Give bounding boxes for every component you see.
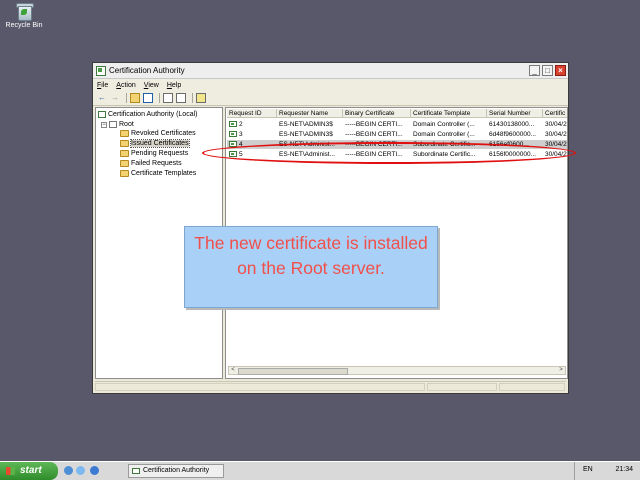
toolbar-separator [126,93,127,103]
folder-icon [120,160,129,167]
taskbar: start Certification Authority EN 21:34 [0,461,640,480]
start-button[interactable]: start [0,462,58,480]
certificate-icon [229,131,237,138]
tree-item-label: Failed Requests [131,160,182,167]
highlight-ellipse [202,142,576,164]
cell-binary-certificate: -----BEGIN CERTI... [345,121,403,128]
status-cell [427,383,497,391]
maximize-button[interactable]: □ [542,65,553,76]
status-cell [95,383,425,391]
tree-item-certificate-templates[interactable]: Certificate Templates [120,169,196,178]
tree-item-label: Issued Certificates [130,139,190,148]
horizontal-scrollbar[interactable]: < > [228,366,566,375]
toolbar: ← → [93,91,568,106]
menu-file[interactable]: File [97,82,108,89]
forward-arrow-icon[interactable]: → [110,93,120,103]
language-indicator[interactable]: EN [583,466,593,473]
minimize-button[interactable]: _ [529,65,540,76]
tree-item-label: Certificate Templates [131,170,197,177]
taskbar-button-certification-authority[interactable]: Certification Authority [128,464,224,478]
title-bar[interactable]: Certification Authority _ □ × [93,63,568,79]
scroll-right-icon[interactable]: > [557,367,565,374]
tree-item-label: Revoked Certificates [131,130,196,137]
certificate-authority-icon [96,65,106,76]
clock[interactable]: 21:34 [615,466,633,473]
cell-request-id: 2 [239,121,243,128]
up-folder-icon[interactable] [130,93,140,103]
status-cell [499,383,565,391]
recycle-bin-icon [15,2,34,21]
tree-item-pending-requests[interactable]: Pending Requests [120,149,188,158]
cell-certificate-template: Domain Controller (... [413,121,475,128]
folder-icon [120,150,129,157]
tree-ca-label: Root [119,121,134,128]
cell-requester-name: ES-NET\ADMIN3$ [279,121,333,128]
column-header-binary-certificate[interactable]: Binary Certificate [343,109,411,118]
tutorial-callout: The new certificate is installed on the … [184,226,438,308]
cell-binary-certificate: -----BEGIN CERTI... [345,131,403,138]
recycle-bin-label: Recycle Bin [5,22,43,29]
menu-view[interactable]: View [144,82,159,89]
taskbar-button-label: Certification Authority [143,467,210,474]
column-header-serial-number[interactable]: Serial Number [487,109,543,118]
scrollbar-thumb[interactable] [238,368,348,375]
toolbar-separator [159,93,160,103]
cell-effective-date: 30/04/2 [545,121,567,128]
tree-item-failed-requests[interactable]: Failed Requests [120,159,182,168]
column-header-certificate-template[interactable]: Certificate Template [411,109,487,118]
column-header-requester-name[interactable]: Requester Name [277,109,343,118]
recycle-bin-desktop-icon[interactable]: Recycle Bin [4,2,44,29]
ca-server-icon [109,121,117,128]
help-icon[interactable] [196,93,206,103]
cell-serial-number: 61430138000... [489,121,535,128]
tree-item-label: Pending Requests [131,150,189,157]
system-tray: EN 21:34 [574,462,640,480]
refresh-icon[interactable] [163,93,173,103]
close-button[interactable]: × [555,65,566,76]
cell-certificate-template: Domain Controller (... [413,131,475,138]
browser-icon[interactable] [76,466,85,475]
tree-root[interactable]: Certification Authority (Local) [98,110,197,119]
cell-requester-name: ES-NET\ADMIN3$ [279,131,333,138]
show-tree-icon[interactable] [143,93,153,103]
tree-item-revoked-certificates[interactable]: Revoked Certificates [120,129,196,138]
certificate-authority-icon [132,468,140,474]
cell-effective-date: 30/04/2 [545,131,567,138]
start-label: start [20,465,42,476]
show-desktop-icon[interactable] [64,466,73,475]
column-header-certificate-effective-date[interactable]: Certific [543,109,567,118]
internet-explorer-icon[interactable] [90,466,99,475]
column-header-request-id[interactable]: Request ID [227,109,277,118]
certificate-authority-icon [98,111,106,118]
scroll-left-icon[interactable]: < [229,367,237,374]
table-row[interactable]: 2 ES-NET\ADMIN3$ -----BEGIN CERTI... Dom… [227,120,567,129]
toolbar-separator [192,93,193,103]
menu-bar: File Action View Help [93,79,568,91]
export-list-icon[interactable] [176,93,186,103]
cell-serial-number: 6d48f9600000... [489,131,536,138]
tree-item-issued-certificates[interactable]: Issued Certificates [120,139,190,148]
tree-ca-root[interactable]: − Root [101,120,134,129]
folder-icon [120,130,129,137]
windows-flag-icon [6,467,15,475]
folder-icon [120,170,129,177]
back-arrow-icon[interactable]: ← [97,93,107,103]
collapse-icon[interactable]: − [101,121,107,128]
cell-request-id: 3 [239,131,243,138]
folder-icon [120,140,129,147]
status-bar [95,381,566,393]
menu-action[interactable]: Action [116,82,135,89]
tree-root-label: Certification Authority (Local) [108,111,198,118]
window-title: Certification Authority [109,66,185,75]
certificate-icon [229,121,237,128]
menu-help[interactable]: Help [167,82,181,89]
table-row[interactable]: 3 ES-NET\ADMIN3$ -----BEGIN CERTI... Dom… [227,130,567,139]
